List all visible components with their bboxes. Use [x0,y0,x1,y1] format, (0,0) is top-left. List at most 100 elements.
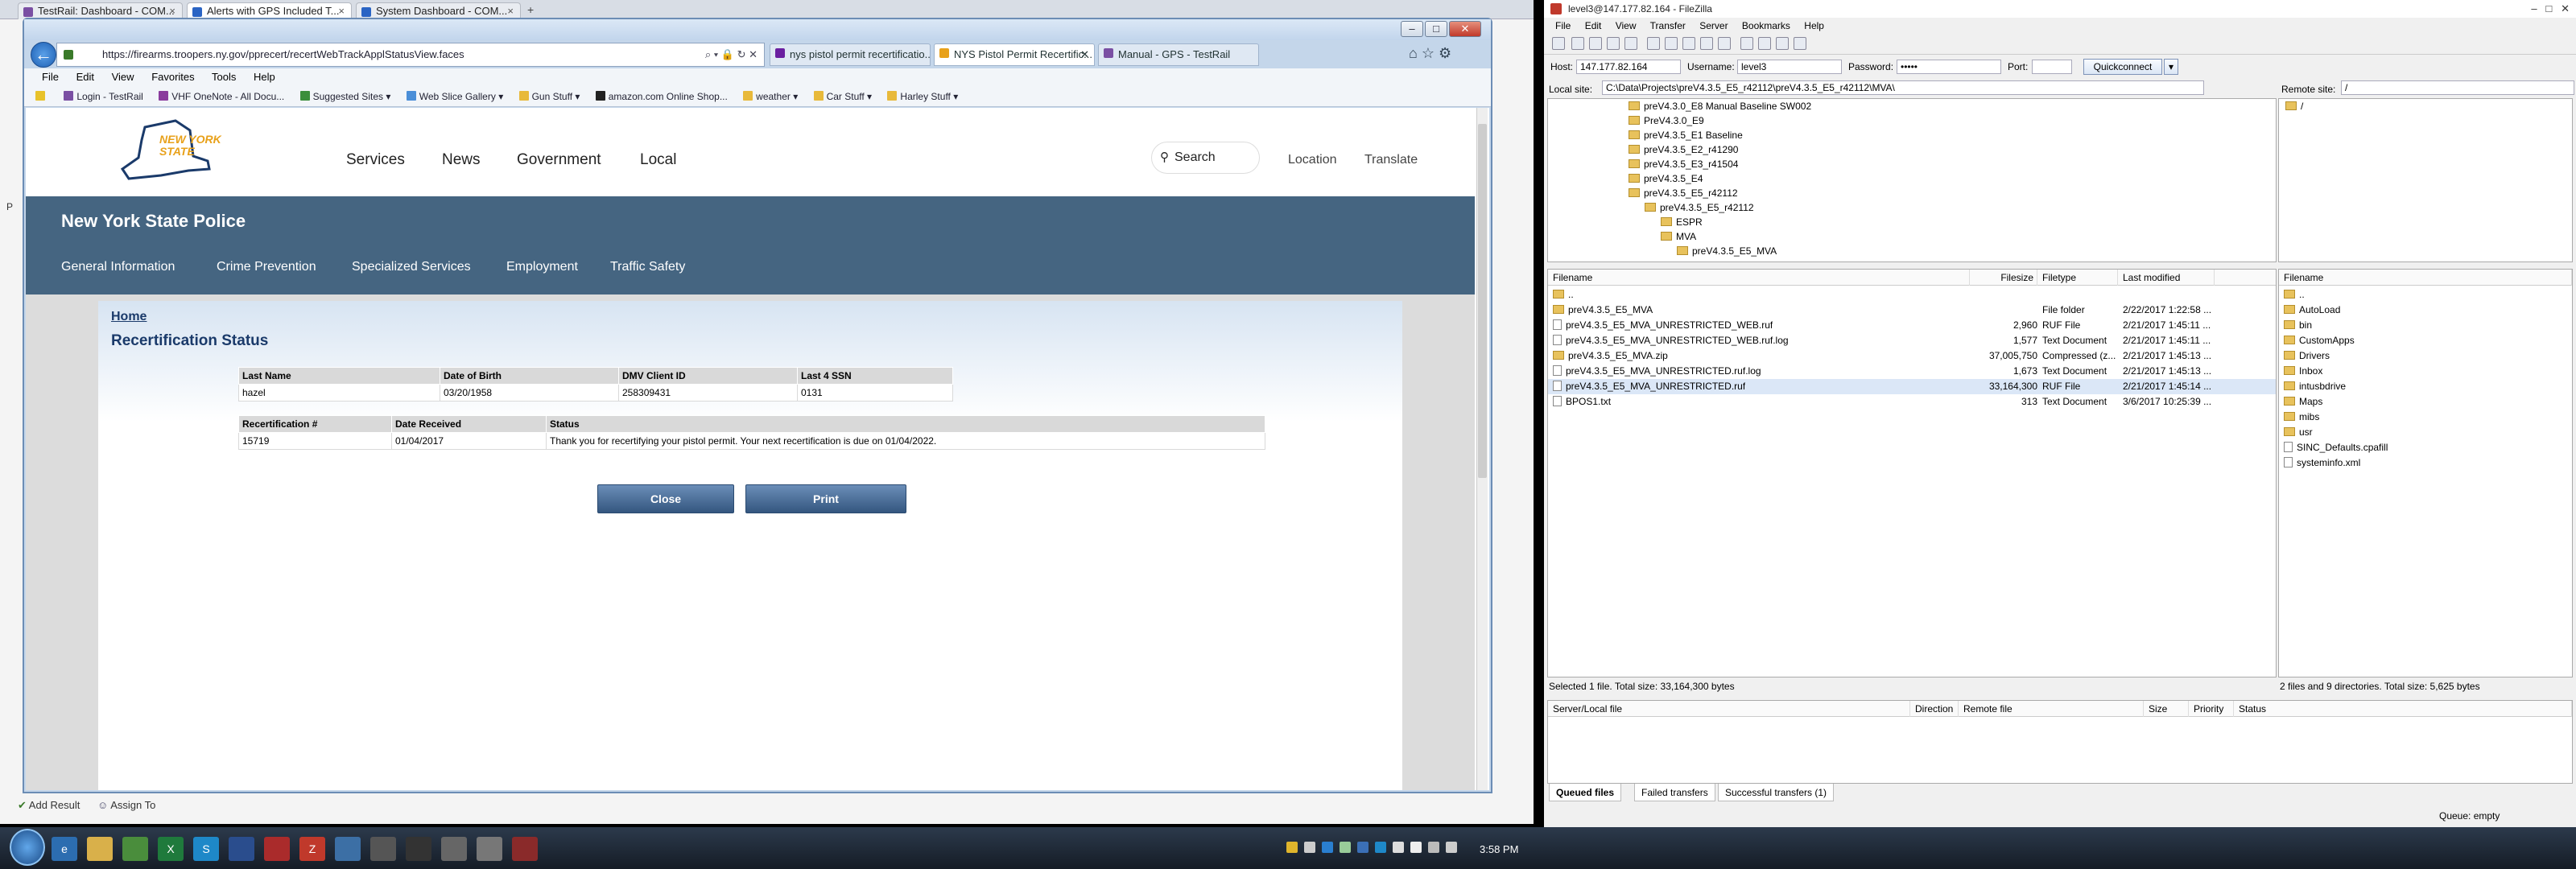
subnav-traffic-safety[interactable]: Traffic Safety [610,260,685,274]
tree-item[interactable]: preV4.3.0_E8 Manual Baseline SW002 [1629,99,1811,113]
fz-menu-bookmarks[interactable]: Bookmarks [1742,20,1790,31]
chrome-taskbar-icon[interactable] [122,837,148,861]
sync-browse-icon[interactable] [1776,37,1789,50]
quickconnect-dropdown-icon[interactable]: ▾ [2164,59,2178,75]
firefox-taskbar-icon[interactable] [264,837,290,861]
fav-gun-stuff[interactable]: Gun Stuff ▾ [518,86,580,107]
close-icon[interactable]: × [507,3,514,19]
bg-tab-system-dashboard[interactable]: System Dashboard - COM... × [356,2,521,19]
nav-news[interactable]: News [442,151,481,169]
column-header[interactable]: Direction [1910,701,1959,717]
fz-menu-help[interactable]: Help [1804,20,1824,31]
assign-to-button[interactable]: ☺ Assign To [97,799,155,811]
close-button[interactable]: Close [597,484,734,513]
list-item[interactable]: systeminfo.xml [2279,455,2572,471]
fz-menu-view[interactable]: View [1616,20,1637,31]
column-header[interactable]: Filename [1548,270,1970,286]
fav-weather[interactable]: weather ▾ [743,86,798,107]
toggle-remote-tree-icon[interactable] [1607,37,1620,50]
fav-harley-stuff[interactable]: Harley Stuff ▾ [887,86,958,107]
network-icon[interactable] [1410,842,1422,853]
process-queue-icon[interactable] [1665,37,1678,50]
scroll-thumb[interactable] [1478,124,1487,478]
subnav-employment[interactable]: Employment [506,260,578,274]
remote-site-path[interactable]: / [2341,80,2574,95]
excel-taskbar-icon[interactable]: X [158,837,184,861]
list-item[interactable]: Maps [2279,394,2572,410]
back-button[interactable]: ← [31,42,56,68]
list-item[interactable]: .. [2279,287,2572,303]
fav-onenote[interactable]: VHF OneNote - All Docu... [159,86,284,107]
list-item[interactable]: BPOS1.txt 313 Text Document 3/6/2017 10:25:… [1548,394,2276,410]
column-header[interactable]: Size [2144,701,2189,717]
list-item[interactable]: preV4.3.5_E5_MVA_UNRESTRICTED.ruf.log 1,6… [1548,364,2276,379]
list-item[interactable]: intusbdrive [2279,379,2572,394]
site-manager-icon[interactable] [1552,37,1565,50]
nav-government[interactable]: Government [517,151,601,169]
list-item[interactable]: Drivers [2279,348,2572,364]
menu-favorites[interactable]: Favorites [151,71,194,83]
app3-taskbar-icon[interactable] [477,837,502,861]
minimize-button[interactable]: – [1401,21,1423,37]
search-refresh-icon[interactable]: ⌕ ▾ 🔒 ↻ ✕ [705,43,758,66]
tray-icon[interactable] [1286,842,1298,853]
skype-taskbar-icon[interactable]: S [193,837,219,861]
app4-taskbar-icon[interactable] [512,837,538,861]
cancel-icon[interactable] [1682,37,1695,50]
tray-icon[interactable] [1375,842,1386,853]
list-item[interactable]: mibs [2279,410,2572,425]
column-header[interactable]: Status [2234,701,2572,717]
site-search-button[interactable]: ⚲ Search [1151,142,1260,174]
ie-tab-search[interactable]: nys pistol permit recertificatio... [770,43,931,66]
port-field[interactable] [2032,60,2072,74]
address-bar[interactable]: https://firearms.troopers.ny.gov/pprecer… [56,43,765,67]
fz-menu-transfer[interactable]: Transfer [1650,20,1686,31]
host-field[interactable]: 147.177.82.164 [1576,60,1681,74]
new-tab-button[interactable]: + [527,3,534,16]
reconnect-icon[interactable] [1718,37,1731,50]
fav-amazon[interactable]: amazon.com Online Shop... [595,86,728,107]
terminal-taskbar-icon[interactable] [406,837,431,861]
compare-icon[interactable] [1758,37,1771,50]
list-item[interactable]: preV4.3.5_E5_MVA_UNRESTRICTED_WEB.ruf.lo… [1548,333,2276,348]
menu-file[interactable]: File [42,71,59,83]
tree-item[interactable]: preV4.3.5_E4 [1629,171,1703,186]
flag-icon[interactable] [1428,842,1439,853]
bg-tab-alerts[interactable]: Alerts with GPS Included T... × [187,2,352,19]
tray-icon[interactable] [1322,842,1333,853]
subnav-general-information[interactable]: General Information [61,260,175,274]
fav-testrail[interactable]: Login - TestRail [64,86,143,107]
ie-tab-testrail[interactable]: Manual - GPS - TestRail [1098,43,1259,66]
column-header[interactable]: Remote file [1959,701,2144,717]
local-site-path[interactable]: C:\Data\Projects\preV4.3.5_E5_r42112\pre… [1602,80,2204,95]
breadcrumb-home[interactable]: Home [111,310,147,324]
toggle-queue-icon[interactable] [1624,37,1637,50]
start-button[interactable] [10,829,45,866]
favorites-star-button[interactable] [35,86,48,107]
find-files-icon[interactable] [1794,37,1806,50]
list-item[interactable]: bin [2279,318,2572,333]
fz-menu-edit[interactable]: Edit [1585,20,1602,31]
list-item[interactable]: Inbox [2279,364,2572,379]
quickconnect-button[interactable]: Quickconnect [2083,59,2162,75]
tree-item[interactable]: preV4.3.5_E3_r41504 [1629,157,1738,171]
disconnect-icon[interactable] [1700,37,1713,50]
filezilla-taskbar-icon[interactable]: Z [299,837,325,861]
close-icon[interactable]: × [169,3,175,19]
fav-web-slice[interactable]: Web Slice Gallery ▾ [406,86,503,107]
column-header[interactable]: Filetype [2037,270,2118,286]
column-header[interactable]: Priority [2189,701,2234,717]
menu-tools[interactable]: Tools [212,71,236,83]
nys-logo[interactable]: NEW YORK STATE [113,113,233,190]
list-item[interactable]: preV4.3.5_E5_MVA_UNRESTRICTED_WEB.ruf 2,9… [1548,318,2276,333]
tray-icon[interactable] [1393,842,1404,853]
bg-tab-testrail[interactable]: TestRail: Dashboard - COM... × [18,2,183,19]
tree-item[interactable]: preV4.3.5_E1 Baseline [1629,128,1743,142]
print-button[interactable]: Print [745,484,906,513]
list-item[interactable]: CustomApps [2279,333,2572,348]
list-item[interactable]: .. [1548,287,2276,303]
column-header[interactable]: Last modified [2118,270,2215,286]
list-item[interactable]: usr [2279,425,2572,440]
menu-view[interactable]: View [112,71,134,83]
column-header[interactable]: Filesize [1970,270,2037,286]
